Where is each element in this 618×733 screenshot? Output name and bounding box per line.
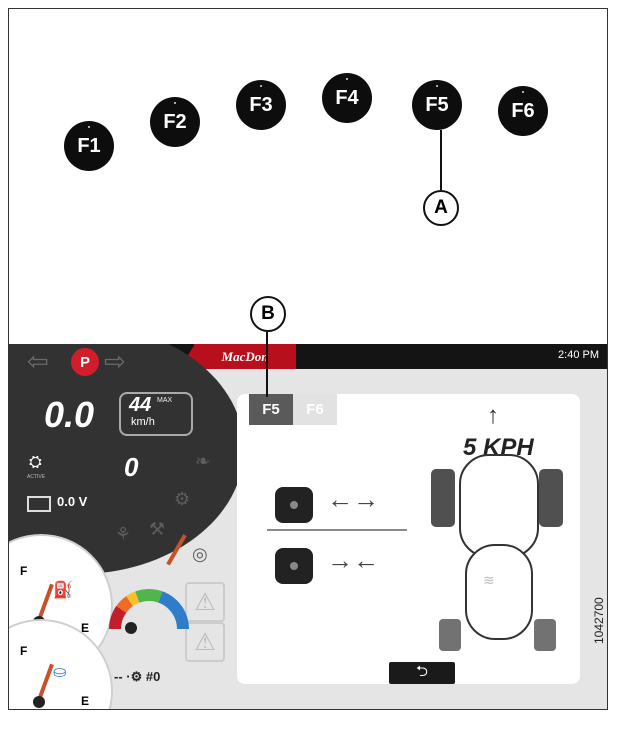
def-full-label: F [20, 644, 28, 658]
knob-center [290, 501, 298, 509]
callout-b: B [250, 296, 286, 332]
speed-unit: km/h [131, 416, 155, 428]
tab-f5[interactable]: F5 [249, 394, 293, 425]
front-right-wheel [539, 469, 563, 527]
status-readout: -- ·⚙ #0 [114, 669, 161, 684]
function-key-f3[interactable]: F3 [236, 80, 286, 130]
right-turn-signal-icon: ⇨ [104, 346, 126, 376]
spread-arrows-icon: ←→ [327, 484, 379, 514]
engine-grille-icon: ≋ [483, 572, 495, 588]
callout-b-leader [266, 332, 268, 397]
rear-left-wheel [439, 619, 461, 651]
brand-logo: MacDon [194, 344, 296, 369]
callout-a-leader [440, 130, 442, 190]
fuel-pump-icon: ⛽ [53, 582, 73, 599]
document-number: 1042700 [592, 597, 606, 644]
function-key-f4[interactable]: F4 [322, 73, 372, 123]
max-speed-label: MAX [157, 397, 173, 404]
narrow-knob-icon[interactable] [275, 548, 313, 584]
function-key-f2[interactable]: F2 [150, 97, 200, 147]
engine-icon: ⛭ [29, 454, 42, 471]
tractor-body [465, 544, 533, 640]
display-screen: MacDon 2:40 PM ⇦ P ⇨ 0.0 44 MAX km/h ⛭ A… [9, 344, 607, 709]
ground-speed: 0.0 [44, 394, 95, 435]
battery-icon [27, 496, 51, 512]
up-arrow-icon: ↑ [487, 402, 499, 429]
back-button[interactable]: ⮌ [389, 662, 455, 684]
max-speed-value: 44 [129, 394, 152, 416]
reel-icon: ⚘ [115, 524, 132, 544]
clock: 2:40 PM [558, 349, 599, 361]
warning-icon[interactable]: ⚠ [185, 582, 225, 622]
hazard-off-icon: ⚙ [174, 489, 191, 509]
tractor-cab [459, 454, 539, 558]
knob-center [290, 562, 298, 570]
engine-value: 0 [124, 452, 139, 482]
figure-frame: F1 F2 F3 F4 F5 F6 A B MacDon 2:40 PM ⇦ P… [8, 8, 608, 710]
def-needle-hub [33, 696, 45, 708]
leaf-icon: ❧ [195, 451, 211, 471]
temp-needle-hub [125, 622, 137, 634]
def-fluid-icon: ⛀ [53, 664, 67, 681]
engine-label: ACTIVE [27, 474, 46, 480]
header-icon: ⚒ [149, 519, 166, 539]
settings-icon: ◎ [192, 544, 208, 564]
function-key-f6[interactable]: F6 [498, 86, 548, 136]
battery-voltage: 0.0 V [57, 494, 88, 509]
narrow-arrows-icon: →← [327, 545, 379, 575]
left-turn-signal-icon: ⇦ [27, 346, 49, 376]
tab-f6[interactable]: F6 [293, 394, 337, 425]
function-key-f5[interactable]: F5 [412, 80, 462, 130]
parking-brake-icon: P [71, 348, 99, 376]
divider [267, 529, 407, 531]
fuel-full-label: F [20, 564, 28, 578]
callout-a: A [423, 190, 459, 226]
front-left-wheel [431, 469, 455, 527]
def-empty-label: E [81, 694, 90, 708]
rear-right-wheel [534, 619, 556, 651]
function-key-f1[interactable]: F1 [64, 121, 114, 171]
spread-knob-icon[interactable] [275, 487, 313, 523]
caution-icon[interactable]: ⚠ [185, 622, 225, 662]
